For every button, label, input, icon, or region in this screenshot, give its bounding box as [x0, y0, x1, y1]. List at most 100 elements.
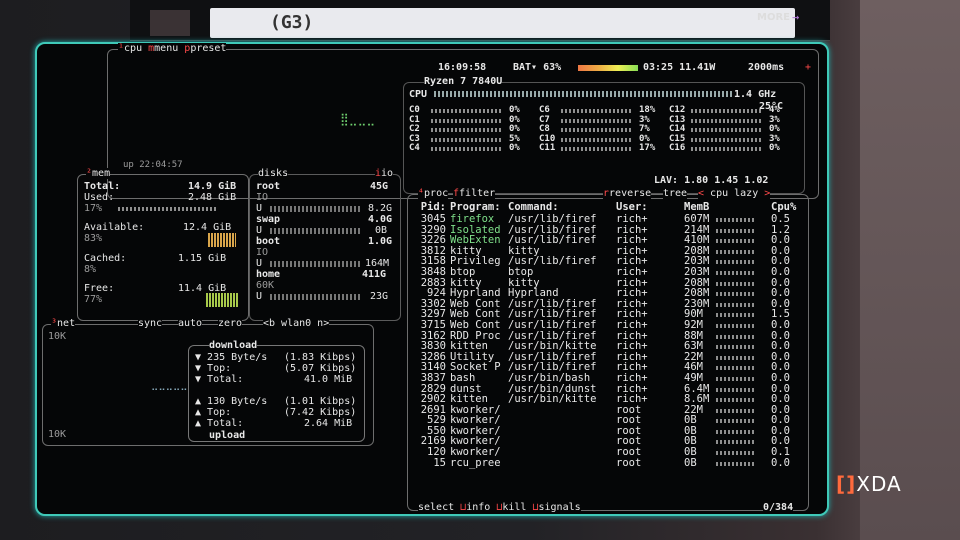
process-mem: 92M	[684, 318, 703, 331]
core-c13-label: C13	[669, 114, 686, 125]
proc-footer: select ⊔info ⊔kill ⊔signals	[418, 502, 581, 513]
process-cpu-graph	[716, 292, 756, 297]
process-user: rich+	[616, 318, 648, 331]
banner-text: (G3)	[270, 12, 314, 33]
ul-total: 2.64 MiB	[304, 418, 353, 429]
mem-avail-graph	[208, 233, 236, 247]
cpu-total-bar	[434, 91, 734, 97]
process-cpu-graph	[716, 302, 756, 307]
browser-strip: (G3) MORE →	[130, 0, 830, 41]
xda-logo-text: XDA	[856, 472, 902, 496]
info-button[interactable]: info	[466, 502, 490, 513]
mem-total: 14.9 GiB	[188, 181, 237, 192]
core-c4-label: C4	[409, 143, 420, 153]
disk-boot-size: 1.0G	[368, 236, 393, 247]
process-row[interactable]: 15 rcu_pree root 0B 0.0	[416, 458, 801, 469]
process-pid: 15	[433, 456, 446, 469]
net-sync[interactable]: sync	[138, 318, 163, 329]
core-c8-graph	[561, 128, 631, 132]
mem-free-graph	[206, 293, 238, 307]
net-interface[interactable]: <b wlan0 n>	[263, 318, 330, 329]
signals-button[interactable]: signals	[539, 502, 581, 513]
proc-sort[interactable]: < cpu lazy >	[698, 188, 771, 199]
process-program: firefox	[450, 213, 495, 225]
core-c1-graph	[431, 118, 501, 123]
core-c6-pct: 18%	[639, 105, 656, 115]
kill-button[interactable]: kill	[502, 502, 526, 513]
core-c0-pct: 0%	[509, 105, 520, 115]
mem-cached: 1.15 GiB	[178, 253, 227, 264]
ul-top: (7.42 Kibps)	[284, 407, 357, 418]
article-thumbnail[interactable]	[150, 10, 190, 36]
core-c12-pct: 4%	[769, 105, 780, 115]
process-row[interactable]: 3848 btop btop rich+ 203M 0.0	[416, 267, 801, 278]
process-user: rich+	[616, 371, 648, 384]
tab-cpu[interactable]: cpu	[124, 43, 142, 54]
core-c14-label: C14	[669, 124, 686, 134]
plus-icon[interactable]: +	[805, 62, 811, 73]
xda-watermark: []XDA	[836, 472, 902, 496]
mem-box: ²mem Total: 14.9 GiB Used: 2.48 GiB 17% …	[77, 168, 249, 321]
process-cpu-graph	[716, 270, 756, 275]
proc-tree[interactable]: tree	[663, 188, 688, 199]
tab-menu[interactable]: menu	[154, 43, 178, 54]
process-user: root	[616, 456, 642, 469]
core-c6-graph	[561, 109, 631, 113]
core-c11-label: C11	[539, 143, 556, 153]
disk-home-size: 411G	[362, 269, 387, 280]
refresh-rate[interactable]: 2000ms	[748, 62, 784, 73]
core-c16-pct: 0%	[769, 143, 780, 153]
core-c6-label: C6	[539, 105, 550, 115]
process-row[interactable]: 3837 bash/usr/bin/bash rich+ 49M 0.0	[416, 373, 801, 384]
disk-swap-size: 4.0G	[368, 214, 393, 225]
process-mem: 49M	[684, 371, 703, 384]
io-toggle[interactable]: iio	[375, 168, 394, 179]
core-c15-pct: 3%	[769, 133, 780, 144]
net-auto[interactable]: auto	[178, 318, 203, 329]
net-zero[interactable]: zero	[218, 318, 243, 329]
cpu-tabs: ¹cpu mmenu ppreset	[118, 43, 227, 54]
process-cpu-graph	[716, 461, 756, 466]
mem-total-label: Total:	[84, 181, 121, 192]
core-c13-graph	[691, 118, 761, 123]
disk-root-used: 8.2G	[368, 203, 393, 214]
upload-label: upload	[209, 430, 246, 441]
mem-used-pct: 17%	[84, 203, 103, 214]
core-c7-graph	[561, 118, 631, 123]
process-cpu-graph	[716, 451, 756, 456]
process-row[interactable]: 3045 firefox/usr/lib/firef rich+ 607M 0.5	[416, 214, 801, 225]
process-pid: 3045	[420, 213, 446, 225]
process-list: 3045 firefox/usr/lib/firef rich+ 607M 0.5 329…	[416, 214, 801, 468]
core-c4-graph	[431, 147, 501, 151]
proc-filter[interactable]: ffilter	[453, 188, 496, 199]
process-command: btop	[508, 265, 534, 278]
core-c7-label: C7	[539, 114, 550, 125]
dl-rate: 235 Byte/s	[207, 352, 268, 363]
cpu-graph-mini: ⣿⣀⣀⣀	[340, 112, 376, 126]
mem-avail-pct: 83%	[84, 233, 103, 244]
ul-rate: 130 Byte/s	[207, 396, 268, 407]
process-program: bash	[450, 371, 476, 384]
more-link[interactable]: MORE	[757, 12, 790, 23]
tab-preset[interactable]: preset	[190, 43, 226, 54]
core-c16-graph	[691, 147, 761, 151]
disk-home-used: 23G	[370, 291, 389, 302]
process-user: rich+	[616, 265, 648, 278]
process-cpu-graph	[716, 281, 756, 286]
process-cpu-graph	[716, 419, 756, 424]
xda-logo-bracket: []	[836, 472, 857, 496]
select-button[interactable]: select	[418, 502, 454, 513]
process-program: rcu_pree	[450, 456, 501, 469]
process-cpu-graph	[716, 398, 756, 403]
core-c1-label: C1	[409, 114, 420, 125]
core-c3-label: C3	[409, 133, 420, 144]
net-box: ³net sync auto zero <b wlan0 n> 10K 10K …	[42, 318, 374, 446]
core-c11-pct: 17%	[639, 143, 656, 153]
process-row[interactable]: 3715 Web Cont/usr/lib/firef rich+ 92M 0.0	[416, 320, 801, 331]
core-c2-graph	[431, 128, 501, 132]
process-cpu-graph	[716, 239, 756, 244]
proc-box: ⁴proc ffilter rreverse tree < cpu lazy >…	[407, 188, 809, 513]
proc-reverse[interactable]: rreverse	[603, 188, 652, 199]
core-c12-graph	[691, 109, 761, 113]
core-c8-label: C8	[539, 124, 550, 134]
